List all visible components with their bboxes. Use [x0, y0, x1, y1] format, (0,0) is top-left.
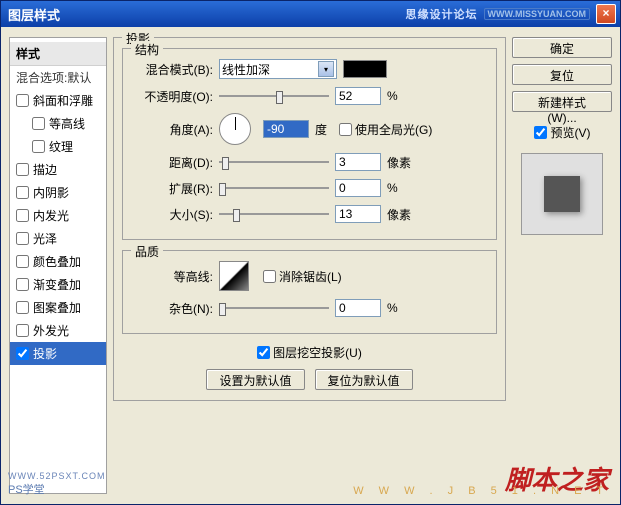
sidebar-item-4[interactable]: 内阴影	[10, 181, 106, 204]
shadow-color-swatch[interactable]	[343, 60, 387, 78]
sidebar-header[interactable]: 样式	[10, 42, 106, 66]
knockout-checkbox[interactable]: 图层挖空投影(U)	[257, 344, 362, 361]
noise-label: 杂色(N):	[131, 300, 213, 317]
size-input[interactable]	[335, 205, 381, 223]
distance-slider[interactable]	[219, 153, 329, 171]
right-column: 确定 复位 新建样式(W)... 预览(V)	[512, 37, 612, 494]
noise-input[interactable]	[335, 299, 381, 317]
contour-picker[interactable]	[219, 261, 249, 291]
quality-group: 品质 等高线: 消除锯齿(L) 杂色(N): %	[122, 250, 497, 334]
structure-legend: 结构	[131, 41, 163, 58]
angle-dial[interactable]	[219, 113, 251, 145]
make-default-button[interactable]: 设置为默认值	[206, 369, 304, 390]
forum-name: 思缘设计论坛	[406, 6, 478, 22]
sidebar-item-3[interactable]: 描边	[10, 158, 106, 181]
main-panel: 投影 结构 混合模式(B): 线性加深 ▾ 不透明度(O):	[113, 37, 506, 401]
reset-default-button[interactable]: 复位为默认值	[315, 369, 413, 390]
layer-style-dialog: 图层样式 思缘设计论坛 WWW.MISSYUAN.COM × 样式 混合选项:默…	[0, 0, 621, 505]
sidebar-item-2[interactable]: 纹理	[10, 135, 106, 158]
sidebar-item-1[interactable]: 等高线	[10, 112, 106, 135]
antialias-checkbox[interactable]: 消除锯齿(L)	[263, 268, 342, 285]
new-style-button[interactable]: 新建样式(W)...	[512, 91, 612, 112]
distance-label: 距离(D):	[131, 154, 213, 171]
sidebar-item-6[interactable]: 光泽	[10, 227, 106, 250]
structure-group: 结构 混合模式(B): 线性加深 ▾ 不透明度(O):	[122, 48, 497, 240]
ok-button[interactable]: 确定	[512, 37, 612, 58]
window-title: 图层样式	[5, 5, 406, 24]
sidebar-item-9[interactable]: 图案叠加	[10, 296, 106, 319]
close-button[interactable]: ×	[596, 4, 616, 24]
size-slider[interactable]	[219, 205, 329, 223]
distance-input[interactable]	[335, 153, 381, 171]
preview-thumbnail	[521, 153, 603, 235]
sidebar-item-11[interactable]: 投影	[10, 342, 106, 365]
preview-checkbox[interactable]: 预览(V)	[512, 124, 612, 141]
watermark-ps: PS学堂	[8, 481, 45, 497]
chevron-down-icon: ▾	[318, 61, 334, 77]
spread-slider[interactable]	[219, 179, 329, 197]
watermark-url: WWW.52PSXT.COM	[8, 471, 106, 481]
opacity-slider[interactable]	[219, 87, 329, 105]
titlebar: 图层样式 思缘设计论坛 WWW.MISSYUAN.COM ×	[1, 1, 620, 27]
quality-legend: 品质	[131, 243, 163, 260]
noise-slider[interactable]	[219, 299, 329, 317]
forum-url: WWW.MISSYUAN.COM	[484, 8, 591, 20]
blend-mode-label: 混合模式(B):	[131, 61, 213, 78]
opacity-label: 不透明度(O):	[131, 88, 213, 105]
size-label: 大小(S):	[131, 206, 213, 223]
sidebar-item-10[interactable]: 外发光	[10, 319, 106, 342]
opacity-input[interactable]	[335, 87, 381, 105]
sidebar-item-8[interactable]: 渐变叠加	[10, 273, 106, 296]
angle-input[interactable]: -90	[263, 120, 309, 138]
styles-sidebar: 样式 混合选项:默认 斜面和浮雕等高线纹理描边内阴影内发光光泽颜色叠加渐变叠加图…	[9, 37, 107, 494]
sidebar-blend-options[interactable]: 混合选项:默认	[10, 66, 106, 89]
global-light-checkbox[interactable]: 使用全局光(G)	[339, 121, 432, 138]
sidebar-item-7[interactable]: 颜色叠加	[10, 250, 106, 273]
sidebar-item-0[interactable]: 斜面和浮雕	[10, 89, 106, 112]
spread-input[interactable]	[335, 179, 381, 197]
spread-label: 扩展(R):	[131, 180, 213, 197]
contour-label: 等高线:	[131, 268, 213, 285]
blend-mode-select[interactable]: 线性加深 ▾	[219, 59, 337, 79]
watermark-site: W W W . J B 5 1 . N E T	[353, 485, 609, 497]
cancel-button[interactable]: 复位	[512, 64, 612, 85]
angle-label: 角度(A):	[131, 121, 213, 138]
sidebar-item-5[interactable]: 内发光	[10, 204, 106, 227]
